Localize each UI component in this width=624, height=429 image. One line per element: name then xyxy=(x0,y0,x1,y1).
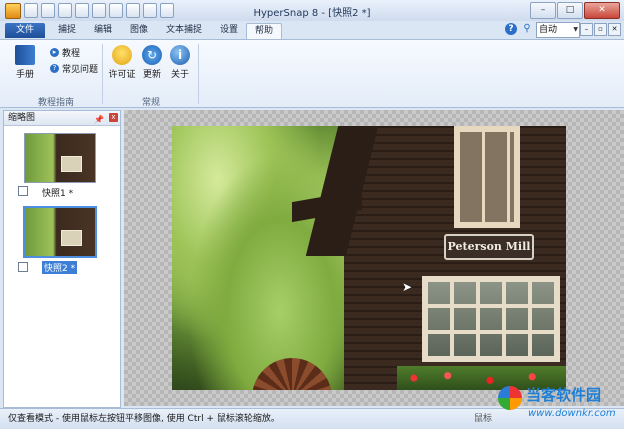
group-label-help: 教程指南 xyxy=(38,98,75,108)
close-icon[interactable]: x xyxy=(109,113,118,122)
status-text: 仅查看模式 - 使用鼠标左按钮平移图像, 使用 Ctrl + 鼠标滚轮缩放。 xyxy=(8,414,280,424)
thumbnails-pane-title: 缩略图 xyxy=(8,113,36,123)
watermark: 当客软件园 www.downkr.com xyxy=(498,384,624,428)
thumbnail-1[interactable] xyxy=(24,133,96,183)
tab-help[interactable]: 帮助 xyxy=(246,23,283,39)
tab-image[interactable]: 图像 xyxy=(122,23,156,38)
watermark-logo-icon xyxy=(498,386,522,410)
question-icon: ? xyxy=(50,64,59,73)
watermark-url: www.downkr.com xyxy=(528,408,616,419)
thumbnail-2[interactable] xyxy=(23,206,97,258)
image-canvas[interactable]: Peterson Mill ➤ xyxy=(124,110,624,406)
watermark-name: 当客软件园 xyxy=(526,386,602,404)
maximize-button[interactable]: □ xyxy=(557,2,583,19)
about-label: 关于 xyxy=(170,70,189,80)
pin-icon[interactable]: 📌 xyxy=(94,113,104,127)
thumbnail-2-label[interactable]: 快照2 * xyxy=(42,261,78,274)
faq-button[interactable]: ? 常见问题 xyxy=(50,62,98,75)
tab-capture[interactable]: 捕捉 xyxy=(50,23,84,38)
tab-edit[interactable]: 编辑 xyxy=(86,23,120,38)
ribbon-restore-button[interactable]: ▫ xyxy=(594,23,607,36)
group-divider xyxy=(198,44,199,104)
upper-window xyxy=(454,126,520,228)
help-icon[interactable]: ? xyxy=(505,23,517,35)
refresh-icon: ↻ xyxy=(142,45,162,65)
thumbnails-pane-header: 缩略图 📌 x xyxy=(4,111,120,126)
screenshot-image[interactable]: Peterson Mill ➤ xyxy=(172,126,566,390)
group-label-general: 常规 xyxy=(142,98,161,108)
minimize-button[interactable]: – xyxy=(530,2,556,19)
tutorial-button[interactable]: ▸ 教程 xyxy=(50,46,80,59)
group-divider xyxy=(102,44,103,104)
info-icon: i xyxy=(170,45,190,65)
manual-label: 手册 xyxy=(15,70,34,80)
search-icon[interactable]: ⚲ xyxy=(521,23,533,35)
update-button[interactable]: ↻ 更新 xyxy=(140,45,164,80)
chevron-down-icon: ▼ xyxy=(573,26,578,33)
award-icon xyxy=(112,45,132,65)
tab-settings[interactable]: 设置 xyxy=(212,23,246,38)
thumbnails-pane: 缩略图 📌 x 快照1 * 快照2 * xyxy=(3,110,121,408)
about-button[interactable]: i 关于 xyxy=(168,45,192,80)
book-icon xyxy=(15,45,35,65)
title-bar: HyperSnap 8 - [快照2 *] – □ ✕ xyxy=(0,0,624,22)
tab-file[interactable]: 文件 xyxy=(5,23,46,38)
tab-text-capture[interactable]: 文本捕捉 xyxy=(158,23,210,38)
license-label: 许可证 xyxy=(108,70,136,80)
license-button[interactable]: 许可证 xyxy=(106,45,138,80)
tutorial-label: 教程 xyxy=(62,49,81,59)
faq-label: 常见问题 xyxy=(62,65,99,75)
thumbnail-2-checkbox[interactable] xyxy=(18,262,28,272)
lower-window xyxy=(422,276,560,362)
ribbon-close-button[interactable]: ✕ xyxy=(608,23,621,36)
mouse-cursor-icon: ➤ xyxy=(402,280,413,294)
close-button[interactable]: ✕ xyxy=(584,2,620,19)
mill-sign: Peterson Mill xyxy=(444,234,534,260)
zoom-value: 自动 xyxy=(539,25,558,35)
ribbon-minimize-button[interactable]: – xyxy=(580,23,593,36)
tutorial-icon: ▸ xyxy=(50,48,59,57)
zoom-select[interactable]: 自动 ▼ xyxy=(536,22,580,38)
status-mouse-label: 鼠标 xyxy=(474,414,493,424)
manual-button[interactable]: 手册 xyxy=(10,45,40,80)
update-label: 更新 xyxy=(142,70,161,80)
ribbon-panel: 手册 ▸ 教程 ? 常见问题 教程指南 许可证 ↻ 更新 i 关于 常规 xyxy=(0,39,624,108)
thumbnail-1-checkbox[interactable] xyxy=(18,186,28,196)
thumbnail-1-label[interactable]: 快照1 * xyxy=(42,186,73,199)
